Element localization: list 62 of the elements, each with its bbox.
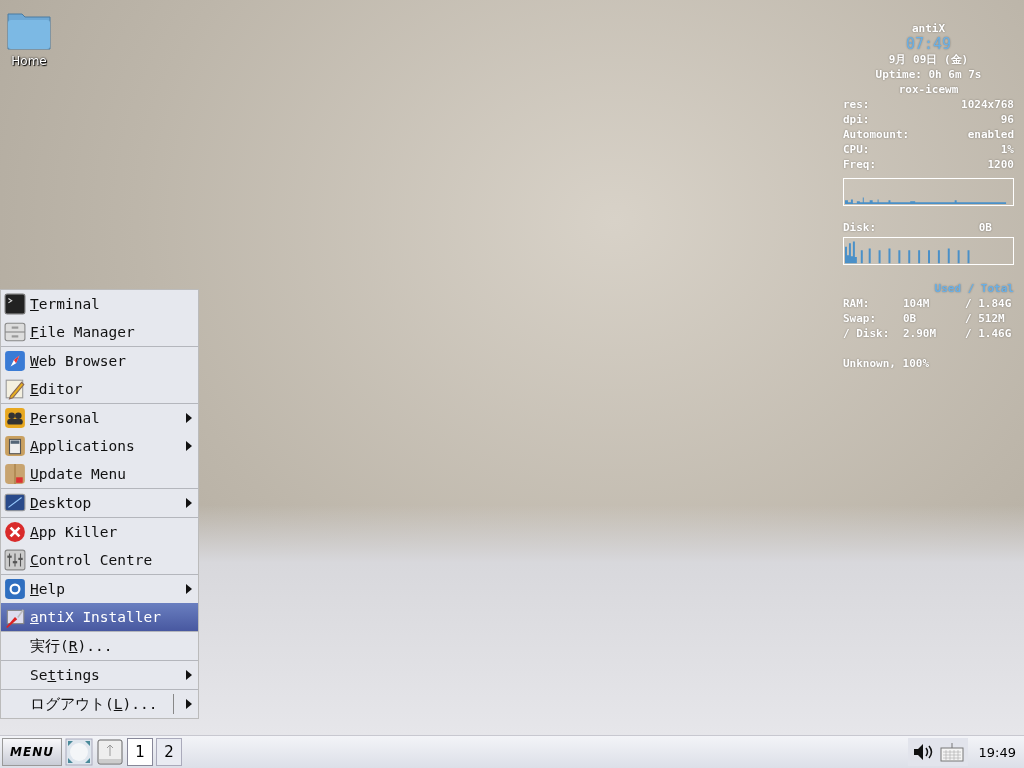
workspace-button[interactable]: 2 bbox=[156, 738, 182, 766]
memory-used: 0B bbox=[903, 311, 918, 326]
memory-header: Used / Total bbox=[933, 281, 1014, 296]
people-icon bbox=[4, 407, 26, 429]
stat-label: dpi: bbox=[843, 112, 870, 127]
stat-label: CPU: bbox=[843, 142, 870, 157]
menu-item[interactable]: ログアウト(L)... bbox=[1, 690, 198, 718]
memory-total: / 1.84G bbox=[965, 296, 1013, 311]
menu-item[interactable]: Terminal bbox=[1, 290, 198, 318]
memory-total: / 512M bbox=[965, 311, 1006, 326]
clock-text: 07:49 bbox=[904, 36, 953, 52]
close-icon bbox=[4, 521, 26, 543]
info-text: Uptime: 0h 6m 7s bbox=[874, 67, 983, 82]
hostname-text: antiX bbox=[910, 21, 947, 36]
stat-value: 1% bbox=[1000, 142, 1014, 157]
menu-item[interactable]: Web Browser bbox=[1, 347, 198, 375]
volume-icon[interactable] bbox=[911, 742, 934, 762]
box-icon bbox=[4, 463, 26, 485]
stat-value: 0B bbox=[978, 220, 992, 235]
show-desktop-icon[interactable] bbox=[65, 738, 93, 766]
monitor-icon bbox=[4, 492, 26, 514]
menu-item[interactable]: App Killer bbox=[1, 518, 198, 546]
menu-item[interactable]: Help bbox=[1, 575, 198, 603]
stat-value: enabled bbox=[967, 127, 1014, 142]
menu-item[interactable]: Applications bbox=[1, 432, 198, 460]
menu-item[interactable]: antiX Installer bbox=[1, 603, 198, 631]
stat-value: 1024x768 bbox=[961, 97, 1014, 112]
menu-item[interactable]: Control Centre bbox=[1, 546, 198, 574]
info-text: rox-icewm bbox=[897, 82, 960, 97]
sliders-icon bbox=[4, 549, 26, 571]
keyboard-icon[interactable] bbox=[939, 742, 964, 762]
menu-item[interactable]: 実行(R)... bbox=[1, 632, 198, 660]
menu-item[interactable]: Update Menu bbox=[1, 460, 198, 488]
memory-label: / Disk: bbox=[843, 326, 891, 341]
compass-icon bbox=[4, 350, 26, 372]
workspace-button[interactable]: 1 bbox=[127, 738, 153, 766]
menu-item[interactable]: Personal bbox=[1, 404, 198, 432]
info-text: 9月 09日 (金) bbox=[887, 52, 970, 67]
terminal-icon bbox=[4, 293, 26, 315]
stat-label: Disk: bbox=[843, 220, 877, 235]
menu-item[interactable]: Desktop bbox=[1, 489, 198, 517]
stat-value: 1200 bbox=[987, 157, 1014, 172]
stat-label: Automount: bbox=[843, 127, 910, 142]
memory-total: / 1.46G bbox=[965, 326, 1013, 341]
memory-label: RAM: bbox=[843, 296, 871, 311]
menu-item[interactable]: Settings bbox=[1, 661, 198, 689]
memory-label: Swap: bbox=[843, 311, 878, 326]
stat-label: Freq: bbox=[843, 157, 877, 172]
stat-label: res: bbox=[843, 97, 870, 112]
taskbar-clock: 19:49 bbox=[977, 744, 1017, 760]
file-cabinet-icon bbox=[4, 321, 26, 343]
menu-item[interactable]: File Manager bbox=[1, 318, 198, 346]
memory-used: 2.90M bbox=[903, 326, 938, 341]
menu-button[interactable]: MENU bbox=[2, 738, 62, 766]
notepad-pencil-icon bbox=[4, 378, 26, 400]
menu-item[interactable]: Editor bbox=[1, 375, 198, 403]
memory-used: 104M bbox=[903, 296, 931, 311]
usb-drive-icon[interactable] bbox=[96, 738, 124, 766]
battery-text: Unknown, 100% bbox=[843, 356, 931, 371]
help-icon bbox=[4, 578, 26, 600]
calculator-icon bbox=[4, 435, 26, 457]
stat-value: 96 bbox=[1000, 112, 1014, 127]
